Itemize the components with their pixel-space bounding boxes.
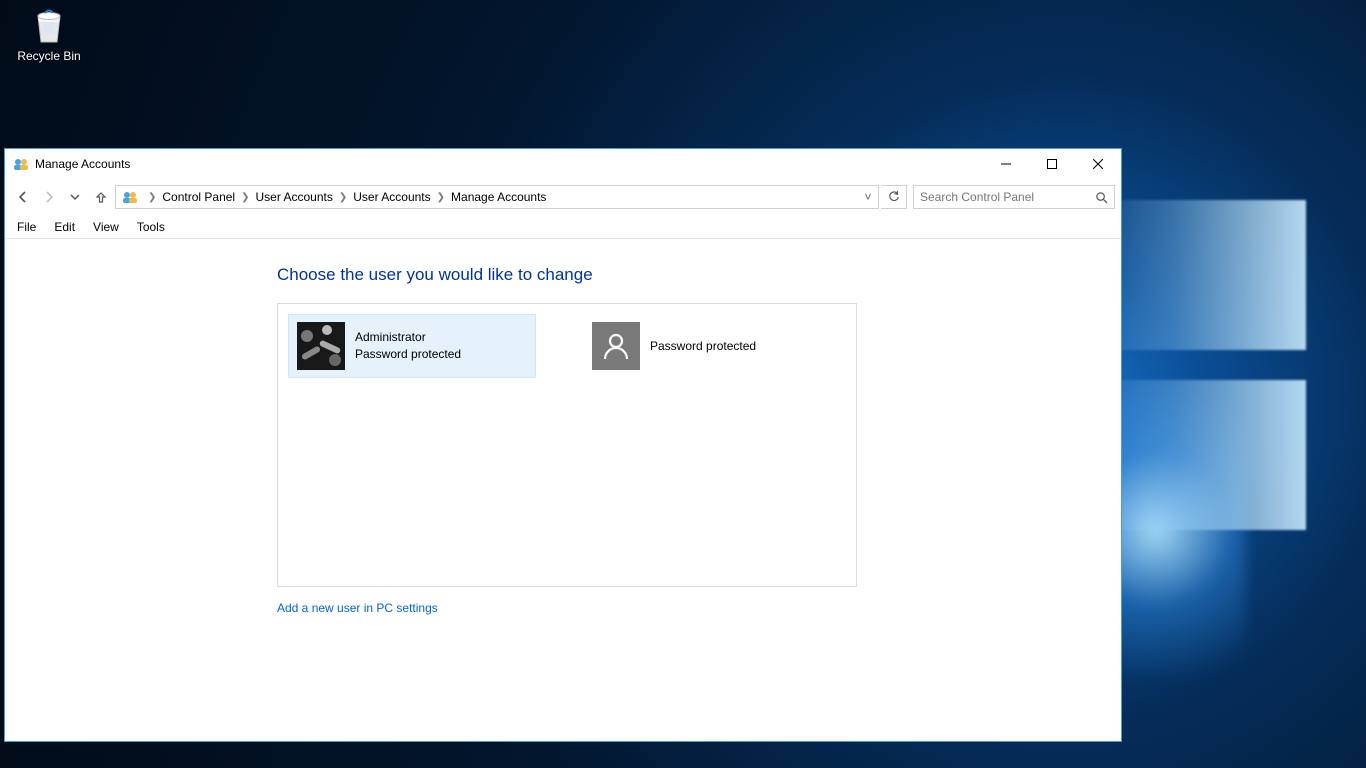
recent-locations-button[interactable] [63, 185, 87, 209]
menu-tools[interactable]: Tools [129, 218, 173, 236]
account-info: Administrator Password protected [355, 329, 461, 363]
chevron-right-icon[interactable]: ❯ [433, 192, 449, 203]
account-tile-administrator[interactable]: Administrator Password protected [288, 314, 536, 378]
search-input[interactable]: Search Control Panel [913, 185, 1115, 209]
nav-toolbar: ❯ Control Panel ❯ User Accounts ❯ User A… [5, 179, 1121, 215]
menu-file[interactable]: File [9, 218, 44, 236]
recycle-bin-icon [28, 4, 70, 46]
account-tile-generic[interactable]: Password protected [584, 314, 832, 378]
page-heading: Choose the user you would like to change [277, 265, 1121, 285]
address-bar[interactable]: ❯ Control Panel ❯ User Accounts ❯ User A… [115, 185, 879, 209]
minimize-button[interactable] [983, 149, 1029, 179]
close-button[interactable] [1075, 149, 1121, 179]
window-manage-accounts: Manage Accounts ❯ Control Panel ❯ User A… [4, 148, 1122, 742]
menu-view[interactable]: View [85, 218, 127, 236]
breadcrumb-item[interactable]: Control Panel [160, 186, 237, 208]
refresh-button[interactable] [881, 185, 907, 209]
window-controls [983, 149, 1121, 179]
account-status: Password protected [650, 338, 756, 355]
chevron-right-icon[interactable]: ❯ [335, 192, 351, 203]
breadcrumb-item[interactable]: Manage Accounts [449, 186, 548, 208]
account-name: Administrator [355, 329, 461, 346]
breadcrumb-item[interactable]: User Accounts [351, 186, 432, 208]
chevron-right-icon[interactable]: ❯ [237, 192, 253, 203]
user-accounts-icon [13, 156, 29, 172]
desktop-icon-label: Recycle Bin [12, 49, 86, 63]
window-title: Manage Accounts [35, 157, 130, 171]
avatar [297, 322, 345, 370]
back-button[interactable] [11, 185, 35, 209]
forward-button[interactable] [37, 185, 61, 209]
titlebar[interactable]: Manage Accounts [5, 149, 1121, 179]
search-icon[interactable] [1095, 191, 1108, 204]
accounts-list: Administrator Password protected Passwor… [277, 303, 857, 587]
account-status: Password protected [355, 346, 461, 363]
account-info: Password protected [650, 338, 756, 355]
chevron-right-icon[interactable]: ❯ [144, 192, 160, 203]
search-placeholder: Search Control Panel [920, 190, 1034, 204]
user-accounts-icon [122, 189, 138, 205]
avatar [592, 322, 640, 370]
maximize-button[interactable] [1029, 149, 1075, 179]
breadcrumb-item[interactable]: User Accounts [254, 186, 335, 208]
menu-bar: File Edit View Tools [5, 215, 1121, 239]
menu-edit[interactable]: Edit [46, 218, 83, 236]
add-user-link[interactable]: Add a new user in PC settings [277, 601, 438, 615]
up-button[interactable] [89, 185, 113, 209]
content-area: Choose the user you would like to change… [5, 239, 1121, 741]
desktop-icon-recycle-bin[interactable]: Recycle Bin [12, 4, 86, 63]
address-history-dropdown[interactable]: ˅ [858, 190, 878, 204]
